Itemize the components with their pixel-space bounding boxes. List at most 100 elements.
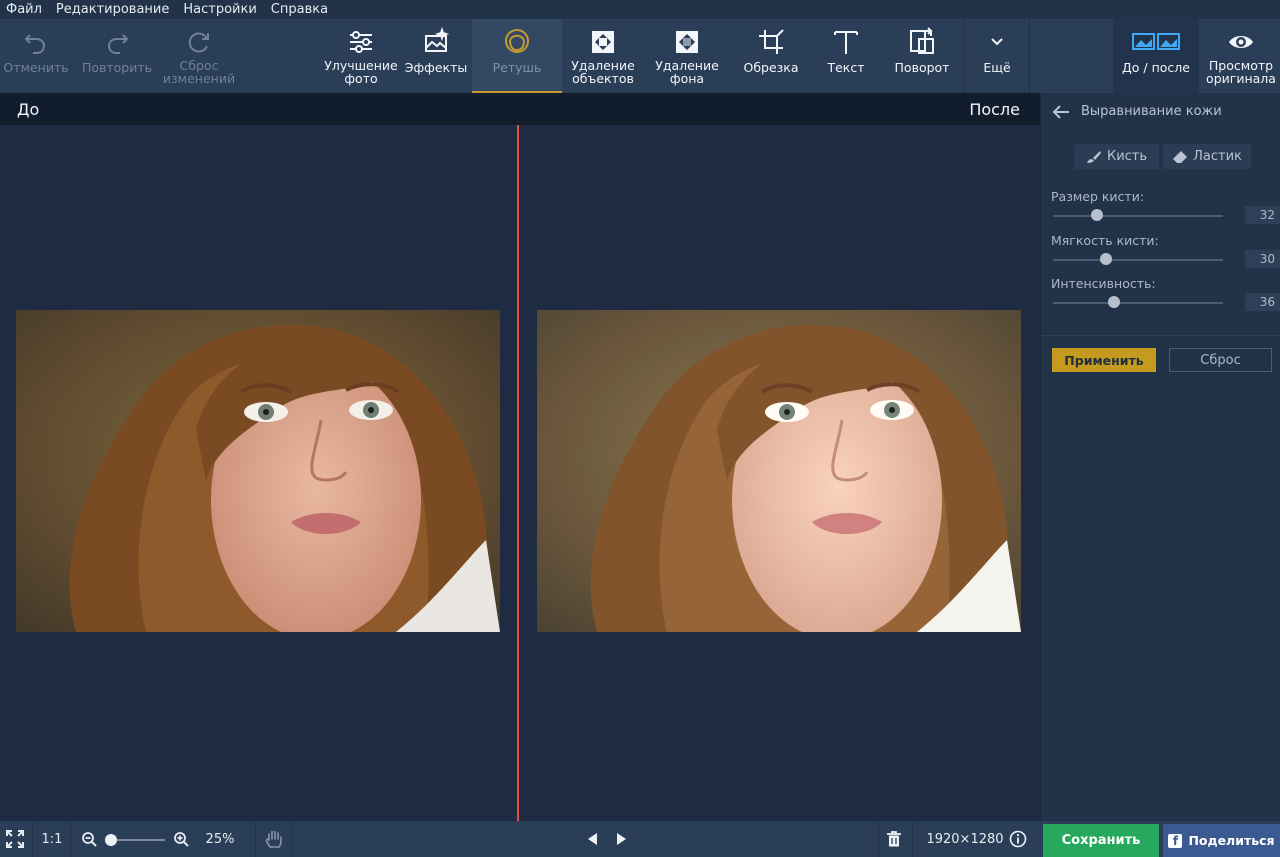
panel-divider <box>1041 335 1280 336</box>
rotate-icon <box>910 27 934 54</box>
menu-help[interactable]: Справка <box>265 2 336 17</box>
slider-knob[interactable] <box>1099 253 1112 265</box>
menu-settings[interactable]: Настройки <box>177 2 264 17</box>
before-after-label: До / после <box>1122 60 1190 75</box>
previous-image-button[interactable] <box>582 821 602 857</box>
rotate-button[interactable]: Поворот <box>886 19 958 93</box>
enhance-label-2: фото <box>344 71 378 86</box>
toolbar-separator <box>964 19 965 93</box>
split-divider[interactable] <box>517 125 519 821</box>
zoom-slider-knob[interactable] <box>105 834 117 846</box>
triangle-left-icon <box>588 833 597 845</box>
image-dimensions: 1920×1280 <box>926 831 1004 847</box>
redo-label: Повторить <box>81 60 153 75</box>
slider-label: Размер кисти: <box>1051 189 1145 204</box>
slider-track[interactable] <box>1053 302 1223 304</box>
apply-button[interactable]: Применить <box>1052 348 1156 372</box>
remove-background-icon <box>676 31 698 53</box>
remove-objects-icon <box>592 31 614 53</box>
slider-track[interactable] <box>1053 259 1223 261</box>
text-button[interactable]: Текст <box>814 19 878 93</box>
share-button[interactable]: f Поделиться <box>1163 824 1280 857</box>
zoom-slider-track[interactable] <box>110 839 165 841</box>
effects-label: Эффекты <box>404 60 468 75</box>
enhance-photo-button[interactable]: Улучшение фото <box>322 19 400 93</box>
next-image-button[interactable] <box>612 821 632 857</box>
save-button[interactable]: Сохранить <box>1043 824 1159 857</box>
brush-size-slider[interactable]: Размер кисти: 32 <box>1051 189 1280 224</box>
crop-button[interactable]: Обрезка <box>736 19 806 93</box>
brush-label: Кисть <box>1106 149 1148 164</box>
back-arrow-icon[interactable] <box>1051 104 1071 120</box>
facebook-icon: f <box>1168 833 1183 848</box>
crop-label: Обрезка <box>743 60 799 75</box>
statusbar-separator <box>878 821 879 857</box>
image-canvas[interactable] <box>0 125 1040 821</box>
statusbar-separator <box>255 821 256 857</box>
remove-background-button[interactable]: Удаление фона <box>650 19 724 93</box>
after-label: После <box>969 100 1020 119</box>
slider-value[interactable]: 32 <box>1245 206 1280 224</box>
slider-value[interactable]: 30 <box>1245 250 1280 268</box>
delete-button[interactable] <box>882 821 906 857</box>
before-label: До <box>17 100 40 119</box>
brush-softness-slider[interactable]: Мягкость кисти: 30 <box>1051 233 1280 268</box>
portrait-image-retouched <box>537 310 1021 632</box>
trash-icon <box>887 831 901 847</box>
toolbar: Отменить Повторить Сброс изменений Улучше… <box>0 19 1280 93</box>
redo-button[interactable]: Повторить <box>78 19 156 93</box>
effects-button[interactable]: Эффекты <box>402 19 470 93</box>
hand-icon <box>265 830 282 848</box>
intensity-slider[interactable]: Интенсивность: 36 <box>1051 276 1280 311</box>
brush-tool-button[interactable]: Кисть <box>1074 144 1159 169</box>
eraser-tool-button[interactable]: Ластик <box>1163 144 1251 169</box>
effects-icon <box>425 27 450 52</box>
reset-button[interactable]: Сброс <box>1169 348 1272 372</box>
zoom-level: 25% <box>205 831 235 847</box>
skin-smoothing-panel: Выравнивание кожи Кисть Ластик Размер ки… <box>1040 93 1280 821</box>
pan-tool-button[interactable] <box>260 821 288 857</box>
retouch-button[interactable]: Ретушь <box>472 19 562 93</box>
slider-knob[interactable] <box>1091 209 1104 221</box>
before-after-button[interactable]: До / после <box>1113 19 1199 93</box>
slider-knob[interactable] <box>1108 296 1121 308</box>
statusbar-separator <box>32 821 33 857</box>
zoom-out-icon <box>82 832 97 847</box>
panel-title: Выравнивание кожи <box>1081 104 1222 119</box>
remove-background-label-2: фона <box>669 71 705 86</box>
before-photo <box>16 310 500 632</box>
preview-label-2: оригинала <box>1206 71 1276 86</box>
slider-value[interactable]: 36 <box>1245 293 1280 311</box>
chevron-down-icon <box>991 38 1003 46</box>
compare-header: До После <box>0 93 1040 125</box>
fit-screen-button[interactable] <box>0 821 30 857</box>
zoom-out-button[interactable] <box>78 821 100 857</box>
preview-original-button[interactable]: Просмотр оригинала <box>1202 19 1280 93</box>
reset-changes-button[interactable]: Сброс изменений <box>160 19 238 93</box>
redo-icon <box>108 34 129 54</box>
menu-bar: Файл Редактирование Настройки Справка <box>0 0 1280 19</box>
brush-icon <box>1086 150 1101 163</box>
fullscreen-icon <box>6 830 24 848</box>
more-label: Ещё <box>983 60 1011 75</box>
menu-edit[interactable]: Редактирование <box>50 2 177 17</box>
menu-file[interactable]: Файл <box>0 2 50 17</box>
triangle-right-icon <box>617 833 626 845</box>
undo-label: Отменить <box>3 60 69 75</box>
zoom-in-button[interactable] <box>170 821 192 857</box>
slider-track[interactable] <box>1053 215 1223 217</box>
eraser-label: Ластик <box>1193 149 1242 164</box>
zoom-in-icon <box>174 832 189 847</box>
text-label: Текст <box>827 60 865 75</box>
before-after-icon <box>1132 33 1180 50</box>
retouch-label: Ретушь <box>492 60 542 75</box>
remove-objects-button[interactable]: Удаление объектов <box>566 19 640 93</box>
actual-size-button[interactable]: 1:1 <box>36 821 68 857</box>
statusbar-separator <box>70 821 71 857</box>
crop-icon <box>759 29 784 54</box>
share-label: Поделиться <box>1188 833 1275 848</box>
image-info-button[interactable] <box>1006 821 1030 857</box>
more-button[interactable]: Ещё <box>966 19 1028 93</box>
statusbar-separator <box>291 821 292 857</box>
undo-button[interactable]: Отменить <box>0 19 72 93</box>
